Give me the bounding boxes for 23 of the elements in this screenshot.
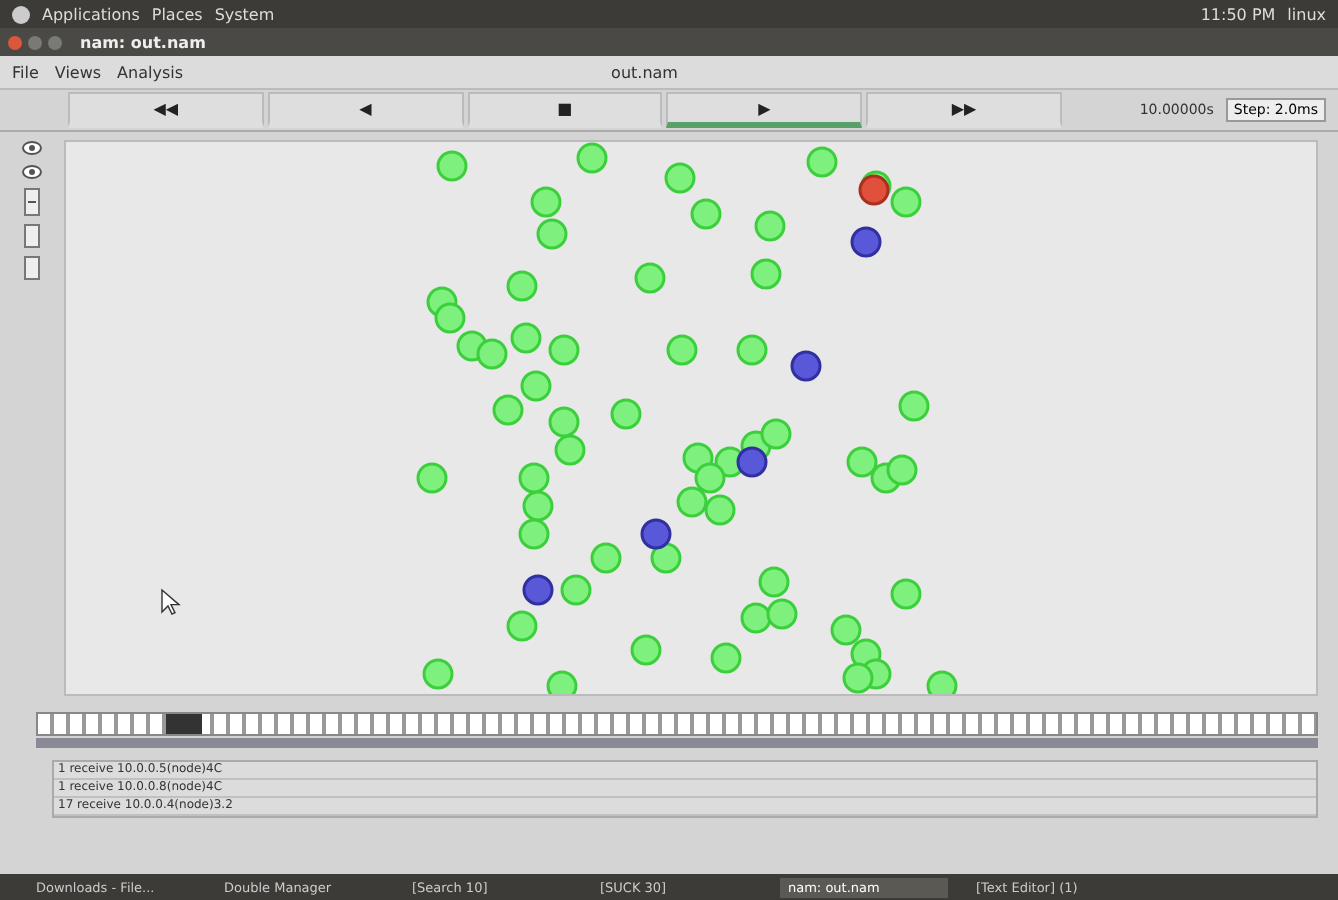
panel-menu[interactable]: System	[214, 5, 275, 23]
playback-button[interactable]: ◀	[267, 92, 464, 128]
eye-icon[interactable]	[22, 140, 42, 156]
file-name: out.nam	[611, 63, 678, 81]
clock[interactable]: 11:50 PM	[1200, 5, 1276, 23]
playback-button[interactable]: ▶▶	[866, 92, 1062, 128]
window-title: nam: out.nam	[80, 33, 206, 51]
timeline-slider[interactable]	[36, 712, 1318, 736]
timeline-thumb[interactable]	[165, 714, 202, 734]
zoom-slider-icon[interactable]	[24, 188, 40, 216]
logo-icon[interactable]	[12, 5, 30, 23]
playback-button[interactable]: ◀◀	[68, 92, 264, 128]
zoom-box-icon[interactable]	[24, 256, 40, 280]
playback-button[interactable]: ▶	[666, 92, 863, 128]
panel-menu[interactable]: Places	[151, 5, 203, 23]
panel-menu[interactable]: Applications	[42, 5, 140, 23]
menu-item[interactable]: Views	[54, 63, 102, 81]
playback-button[interactable]: ■	[467, 92, 663, 128]
user-name[interactable]: linux	[1287, 5, 1326, 23]
menu-item[interactable]: Analysis	[117, 63, 184, 81]
eye-icon[interactable]	[22, 164, 42, 180]
zoom-box-icon[interactable]	[24, 224, 40, 248]
menu-item[interactable]: File	[12, 63, 39, 81]
